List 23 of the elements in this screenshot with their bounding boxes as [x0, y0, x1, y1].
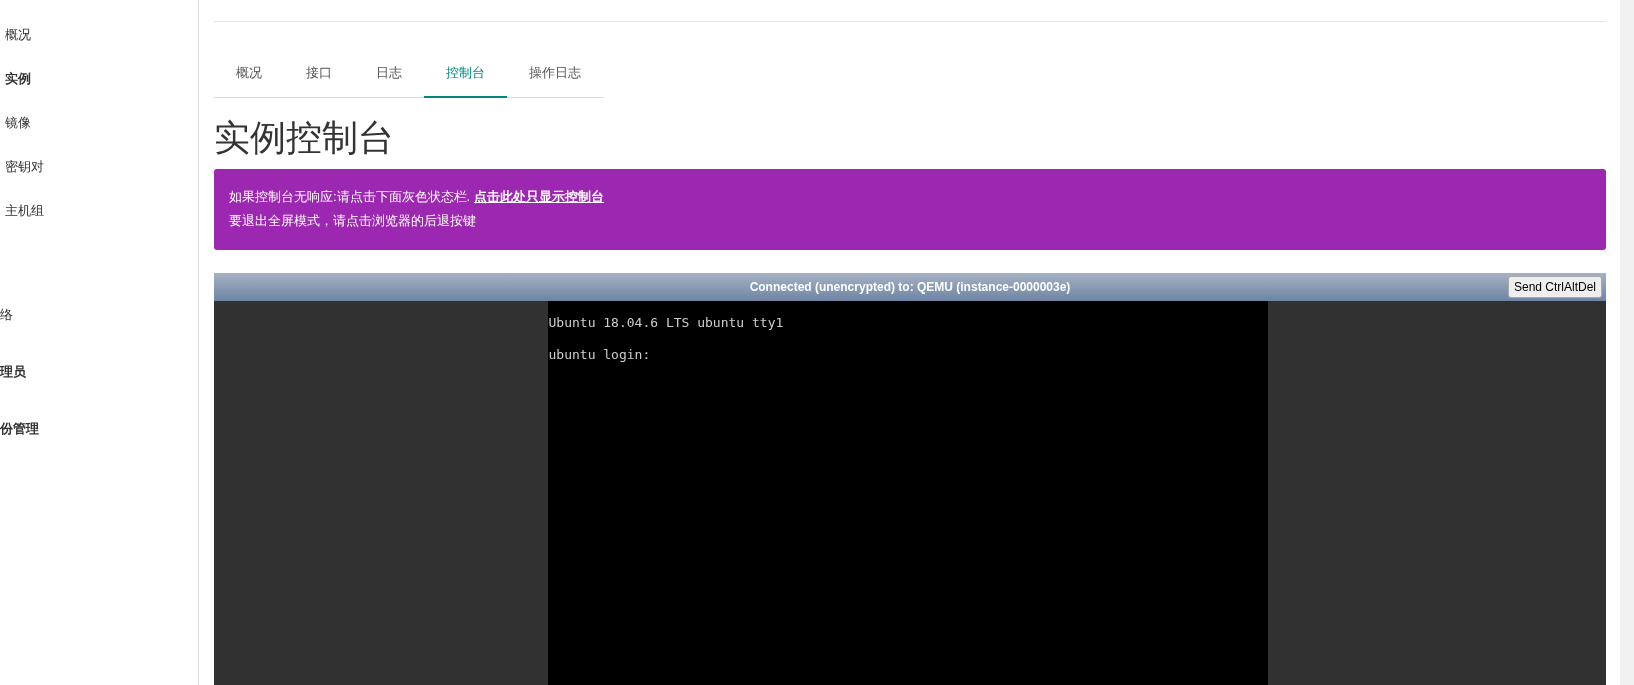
console-only-link[interactable]: 点击此处只显示控制台 [473, 188, 604, 204]
tab[interactable]: 概况 [214, 51, 284, 98]
sidebar-item[interactable]: 概况 [0, 24, 198, 46]
sidebar-item[interactable]: 主机组 [0, 200, 198, 222]
tab[interactable]: 操作日志 [507, 51, 603, 98]
sidebar-item[interactable]: 络 [0, 304, 198, 326]
sidebar-item[interactable]: 镜像 [0, 112, 198, 134]
page-heading: 实例控制台 [214, 115, 395, 159]
sidebar-item[interactable]: 份管理 [0, 418, 198, 440]
connection-status: Connected (unencrypted) to: QEMU (instance-0000003e) [749, 278, 1071, 296]
terminal-line: Ubuntu 18.04.6 LTS ubuntu tty1 [548, 314, 785, 331]
tab[interactable]: 接口 [284, 51, 354, 98]
console-status-bar[interactable]: Connected (unencrypted) to: QEMU (instance-0000003e) Send CtrlAltDel [214, 272, 1606, 301]
tab[interactable]: 日志 [354, 51, 424, 98]
sidebar-item[interactable]: 密钥对 [0, 156, 198, 178]
terminal-screen[interactable]: Ubuntu 18.04.6 LTS ubuntu tty1 ubuntu login: [547, 300, 1268, 685]
alert-text: 如果控制台无响应:请点击下面灰色状态栏. [229, 188, 471, 204]
tab[interactable]: 控制台 [424, 51, 507, 98]
terminal-line: ubuntu login: [548, 346, 652, 363]
send-ctrl-alt-del-button[interactable]: Send CtrlAltDel [1507, 275, 1602, 298]
sidebar-item[interactable]: 实例 [0, 68, 198, 90]
sidebar-item[interactable]: 理员 [0, 361, 198, 383]
alert-text: 要退出全屏模式，请点击浏览器的后退按键 [229, 211, 477, 230]
